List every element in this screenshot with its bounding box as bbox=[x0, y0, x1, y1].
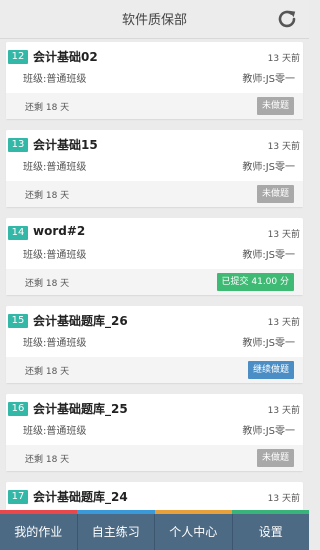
assignment-title: word#2 bbox=[33, 224, 86, 238]
assignment-teacher: 教师:JS零一 bbox=[242, 250, 295, 261]
assignment-time: 13 天前 bbox=[267, 142, 300, 152]
assignment-card[interactable]: 12 会计基础02 13 天前 班级:普通班级 教师:JS零一 还剩 18 天 … bbox=[6, 42, 303, 119]
tab-self-practice[interactable]: 自主练习 bbox=[78, 514, 155, 550]
assignment-teacher: 教师:JS零一 bbox=[242, 162, 295, 173]
assignment-footer: 还剩 18 天 未做题 bbox=[6, 181, 303, 207]
assignment-teacher: 教师:JS零一 bbox=[242, 74, 295, 85]
assignment-number-badge: 15 bbox=[8, 314, 28, 328]
assignment-card[interactable]: 17 会计基础题库_24 13 天前 bbox=[6, 482, 303, 510]
assignment-number-badge: 17 bbox=[8, 490, 28, 504]
status-button[interactable]: 未做题 bbox=[256, 449, 294, 467]
assignment-title: 会计基础02 bbox=[33, 50, 98, 64]
assignment-time: 13 天前 bbox=[267, 406, 300, 416]
assignment-card[interactable]: 13 会计基础15 13 天前 班级:普通班级 教师:JS零一 还剩 18 天 … bbox=[6, 130, 303, 207]
tab-my-homework[interactable]: 我的作业 bbox=[0, 514, 78, 550]
status-button[interactable]: 继续做题 bbox=[247, 361, 294, 379]
assignment-remaining: 还剩 18 天 bbox=[25, 103, 70, 113]
assignment-number-badge: 13 bbox=[8, 138, 28, 152]
assignment-title: 会计基础题库_26 bbox=[33, 314, 128, 328]
app-screen: 软件质保部 12 会计基础02 13 天前 班级:普通班级 教师:JS零一 还剩… bbox=[0, 0, 309, 550]
assignment-time: 13 天前 bbox=[267, 54, 300, 64]
assignment-remaining: 还剩 18 天 bbox=[25, 455, 70, 465]
assignment-title: 会计基础题库_24 bbox=[33, 490, 128, 504]
assignment-remaining: 还剩 18 天 bbox=[25, 191, 70, 201]
assignment-class: 班级:普通班级 bbox=[23, 162, 87, 173]
refresh-icon[interactable] bbox=[275, 7, 299, 31]
assignment-class: 班级:普通班级 bbox=[23, 426, 87, 437]
status-button[interactable]: 未做题 bbox=[256, 185, 294, 203]
assignment-footer: 还剩 18 天 未做题 bbox=[6, 93, 303, 119]
tab-settings[interactable]: 设置 bbox=[233, 514, 310, 550]
assignment-footer: 还剩 18 天 继续做题 bbox=[6, 357, 303, 383]
assignment-time: 13 天前 bbox=[267, 494, 300, 504]
assignment-remaining: 还剩 18 天 bbox=[25, 367, 70, 377]
assignment-class: 班级:普通班级 bbox=[23, 74, 87, 85]
assignment-footer: 还剩 18 天 已提交 41.00 分 bbox=[6, 269, 303, 295]
assignment-teacher: 教师:JS零一 bbox=[242, 338, 295, 349]
assignment-teacher: 教师:JS零一 bbox=[242, 426, 295, 437]
assignment-card[interactable]: 15 会计基础题库_26 13 天前 班级:普通班级 教师:JS零一 还剩 18… bbox=[6, 306, 303, 383]
assignment-list[interactable]: 12 会计基础02 13 天前 班级:普通班级 教师:JS零一 还剩 18 天 … bbox=[0, 40, 309, 510]
assignment-class: 班级:普通班级 bbox=[23, 250, 87, 261]
assignment-number-badge: 16 bbox=[8, 402, 28, 416]
assignment-card[interactable]: 14 word#2 13 天前 班级:普通班级 教师:JS零一 还剩 18 天 … bbox=[6, 218, 303, 295]
assignment-number-badge: 12 bbox=[8, 50, 28, 64]
assignment-title: 会计基础15 bbox=[33, 138, 98, 152]
assignment-time: 13 天前 bbox=[267, 318, 300, 328]
assignment-class: 班级:普通班级 bbox=[23, 338, 87, 349]
assignment-footer: 还剩 18 天 未做题 bbox=[6, 445, 303, 471]
status-button[interactable]: 未做题 bbox=[256, 97, 294, 115]
assignment-number-badge: 14 bbox=[8, 226, 28, 240]
assignment-title: 会计基础题库_25 bbox=[33, 402, 128, 416]
page-title: 软件质保部 bbox=[121, 13, 187, 28]
tab-personal-center[interactable]: 个人中心 bbox=[155, 514, 233, 550]
bottom-tab-bar: 我的作业 自主练习 个人中心 设置 bbox=[0, 514, 309, 550]
assignment-remaining: 还剩 18 天 bbox=[25, 279, 70, 289]
status-button[interactable]: 已提交 41.00 分 bbox=[216, 273, 294, 291]
header-bar: 软件质保部 bbox=[0, 0, 309, 39]
assignment-time: 13 天前 bbox=[267, 230, 300, 240]
assignment-card[interactable]: 16 会计基础题库_25 13 天前 班级:普通班级 教师:JS零一 还剩 18… bbox=[6, 394, 303, 471]
